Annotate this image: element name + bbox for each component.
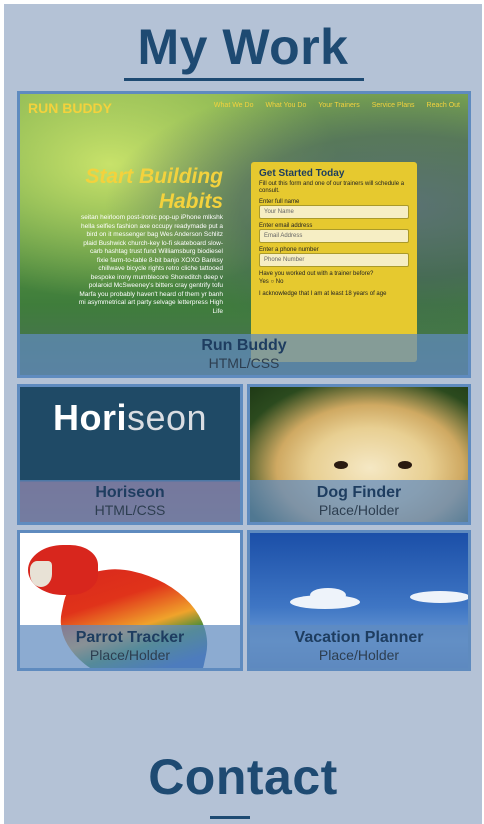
form-radios: Yes ○ No — [259, 279, 284, 285]
nav-item: What You Do — [265, 102, 307, 109]
project-card-run-buddy[interactable]: RUN BUDDY What We Do What You Do Your Tr… — [17, 91, 471, 378]
project-title: Parrot Tracker — [75, 629, 185, 646]
radio-yes: Yes — [259, 279, 269, 285]
project-subtitle: Place/Holder — [318, 502, 400, 518]
project-card-dog-finder[interactable]: Dog Finder Place/Holder — [247, 384, 471, 525]
nav-item: Service Plans — [371, 102, 415, 109]
project-title: Horiseon — [95, 484, 165, 501]
contact-heading: Contact — [148, 749, 338, 805]
project-caption: Run Buddy HTML/CSS — [20, 334, 468, 375]
dog-eye — [398, 461, 412, 469]
form-subtitle: Fill out this form and one of our traine… — [259, 181, 405, 194]
heading-underline — [124, 78, 364, 81]
run-buddy-logo: RUN BUDDY — [28, 100, 112, 116]
run-buddy-nav: What We Do What You Do Your Trainers Ser… — [214, 102, 460, 109]
project-title: Vacation Planner — [294, 629, 424, 646]
run-buddy-hero-text: Start Building Habits — [85, 165, 223, 213]
logo-light: seon — [126, 397, 208, 438]
parrot-beak — [30, 561, 52, 587]
my-work-heading: My Work — [137, 19, 349, 75]
project-subtitle: Place/Holder — [89, 647, 171, 663]
logo-bold: Hori — [52, 397, 127, 438]
nav-item: Your Trainers — [318, 102, 360, 109]
project-subtitle: Place/Holder — [318, 647, 400, 663]
form-field: Email Address — [259, 229, 409, 243]
project-subtitle: HTML/CSS — [208, 355, 280, 371]
cloud — [310, 588, 346, 602]
horiseon-logo: Horiseon — [20, 397, 240, 439]
dog-eye — [334, 461, 348, 469]
run-buddy-body-text: seitan heirloom post-ironic pop-up iPhon… — [78, 214, 223, 315]
form-field: Your Name — [259, 205, 409, 219]
project-title: Dog Finder — [316, 484, 402, 501]
form-question: Have you worked out with a trainer befor… — [259, 271, 374, 277]
project-caption: Parrot Tracker Place/Holder — [20, 625, 240, 668]
project-caption: Vacation Planner Place/Holder — [250, 625, 468, 668]
project-caption: Dog Finder Place/Holder — [250, 480, 468, 522]
project-card-horiseon[interactable]: Horiseon Horiseon HTML/CSS — [17, 384, 243, 525]
project-caption: Horiseon HTML/CSS — [20, 480, 240, 522]
nav-item: Reach Out — [426, 102, 460, 109]
form-field: Phone Number — [259, 253, 409, 267]
portfolio-page: My Work RUN BUDDY What We Do What You Do… — [4, 4, 482, 824]
nav-item: What We Do — [213, 102, 254, 109]
radio-no: No — [275, 279, 284, 285]
heading-underline — [210, 816, 250, 819]
form-checkbox-label: I acknowledge that I am at least 18 year… — [259, 291, 387, 297]
project-card-vacation-planner[interactable]: Vacation Planner Place/Holder — [247, 530, 471, 671]
project-card-parrot-tracker[interactable]: Parrot Tracker Place/Holder — [17, 530, 243, 671]
cloud — [410, 591, 468, 603]
form-title: Get Started Today — [259, 168, 345, 179]
project-subtitle: HTML/CSS — [94, 502, 166, 518]
run-buddy-signup-form: Get Started Today Fill out this form and… — [251, 162, 417, 362]
project-title: Run Buddy — [201, 337, 287, 354]
